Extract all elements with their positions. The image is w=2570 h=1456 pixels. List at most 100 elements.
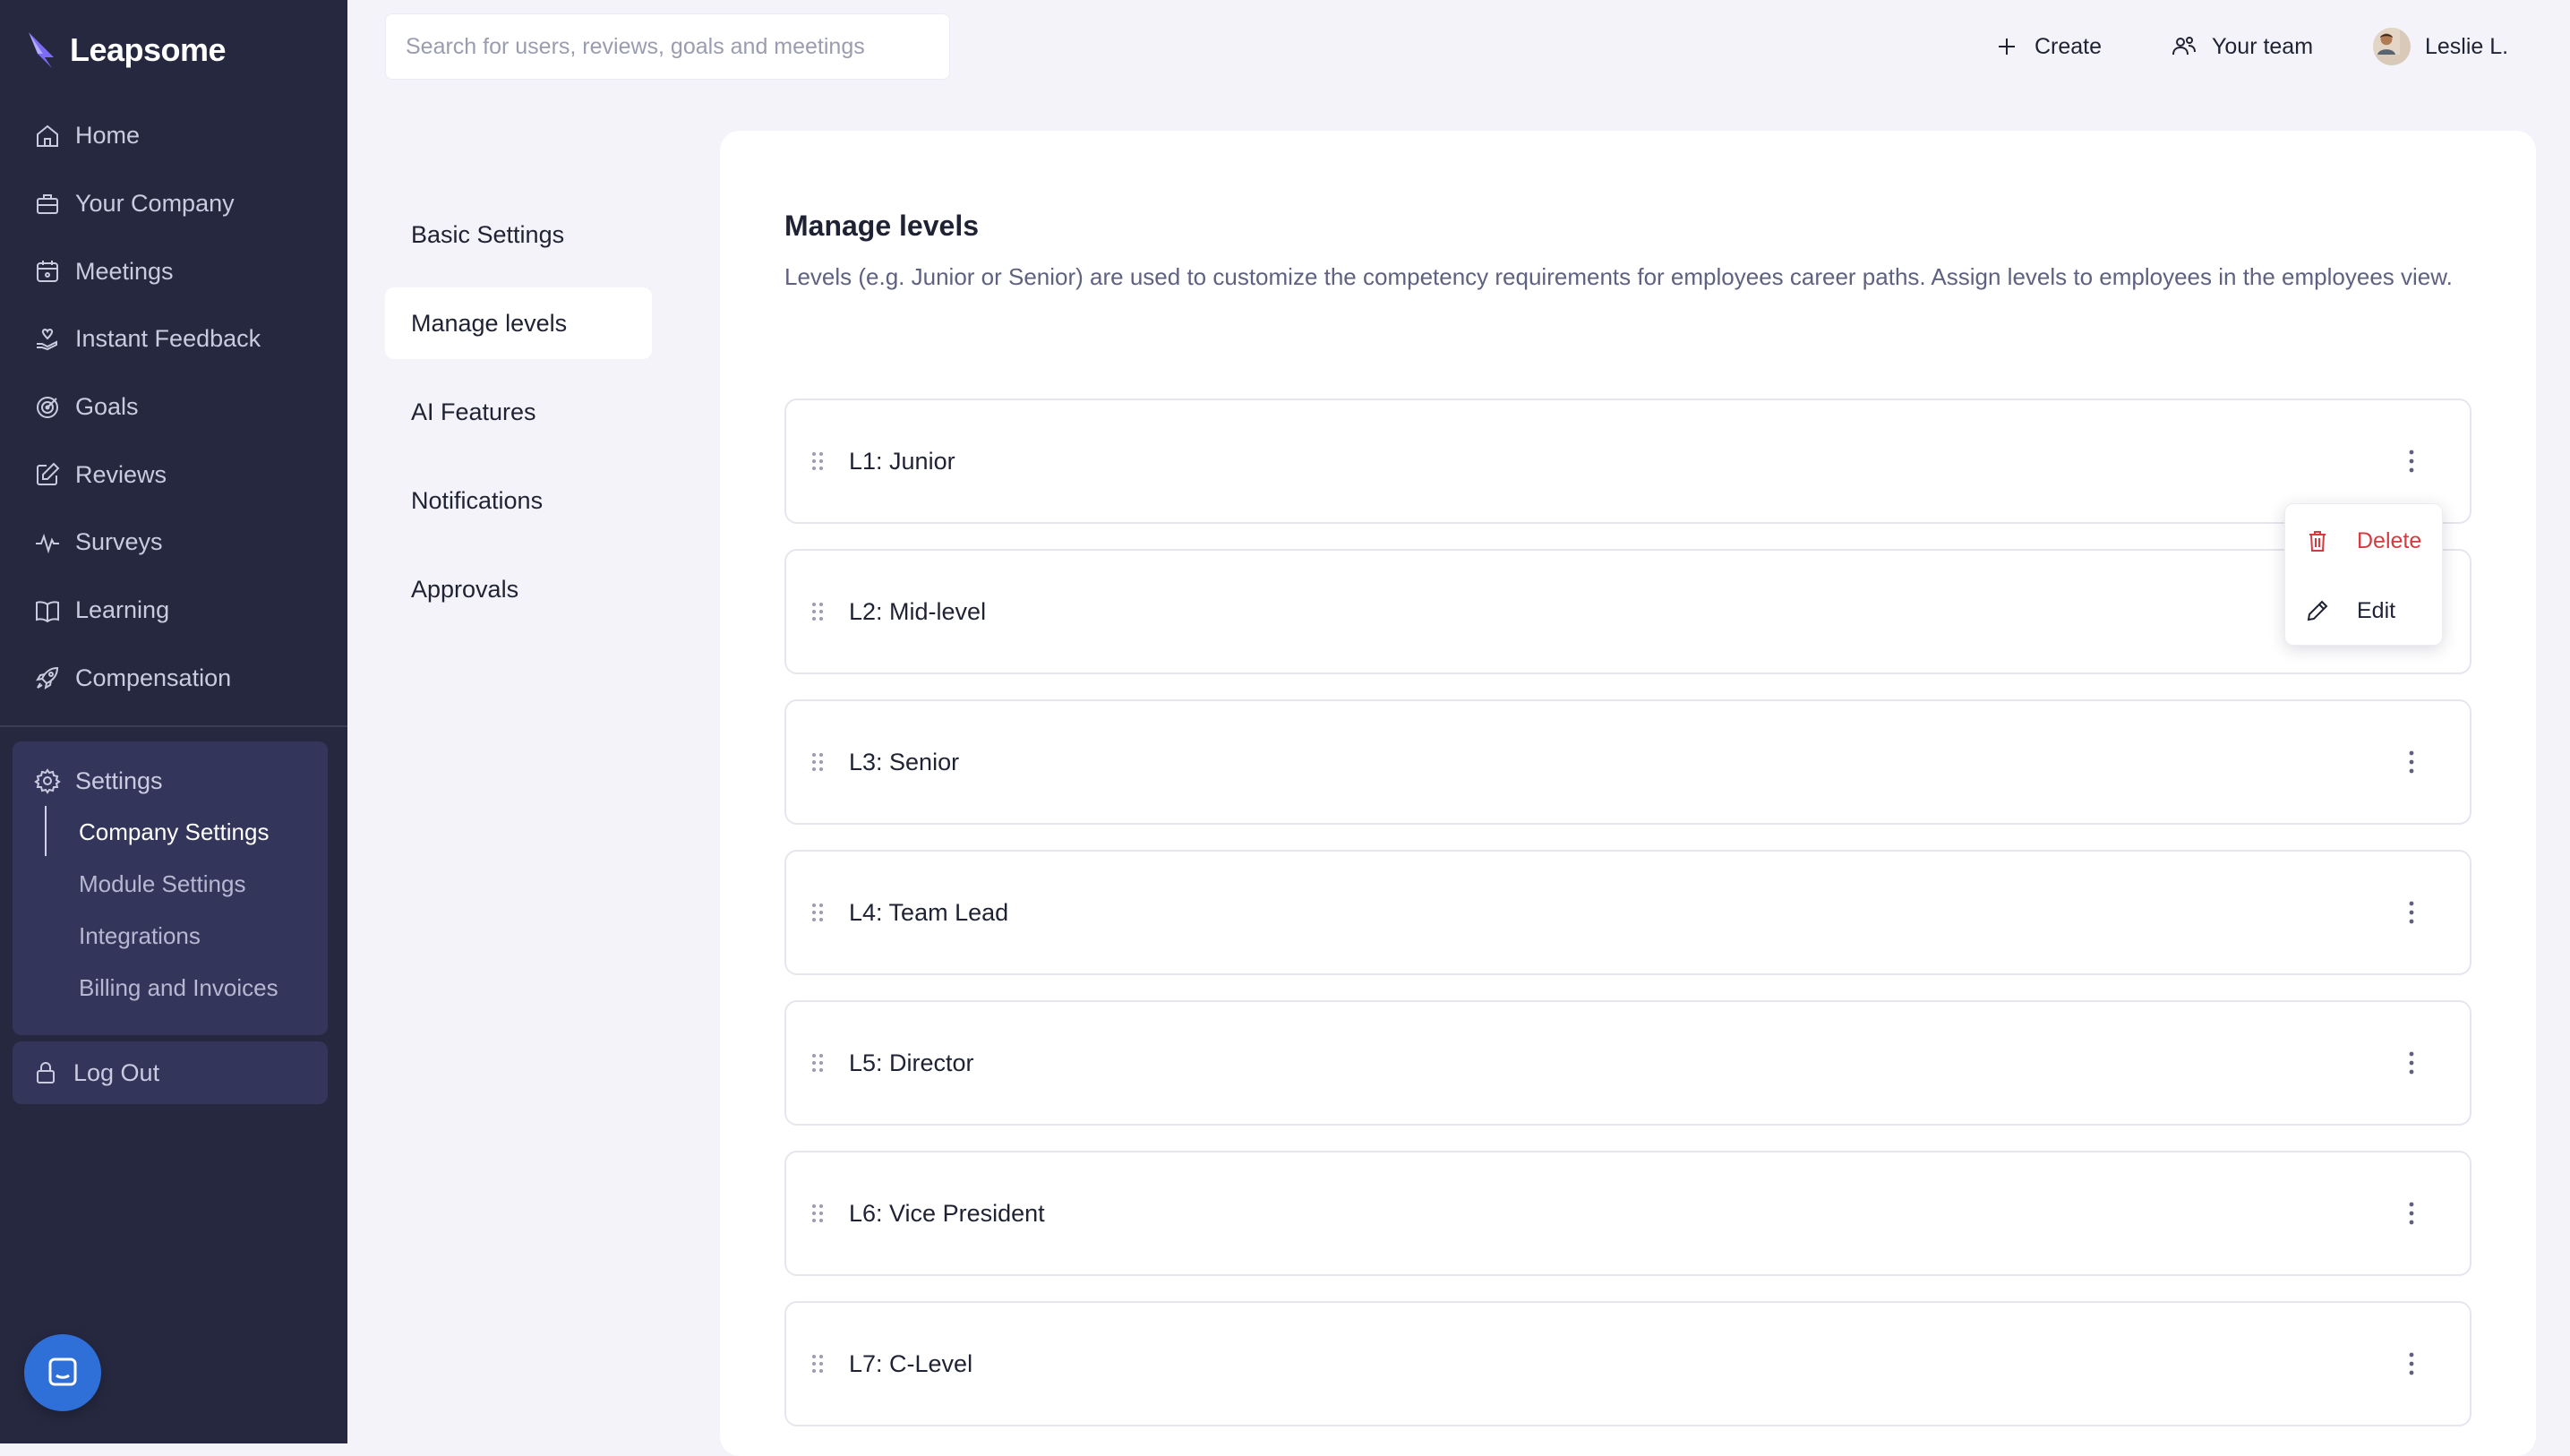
team-icon [2172,37,2196,56]
level-row-l5[interactable]: L5: Director [784,1000,2471,1126]
sidebar-item-your-company[interactable]: Your Company [13,170,335,238]
sidebar-item-label: Instant Feedback [75,325,261,353]
level-label: L2: Mid-level [849,597,987,625]
sidebar-subitem-integrations[interactable]: Integrations [79,910,278,962]
drag-handle-icon[interactable] [810,1052,826,1074]
sidebar: Leapsome Home Your Company Meetings Inst… [0,0,347,1443]
level-row-l4[interactable]: L4: Team Lead [784,850,2471,975]
more-vertical-icon[interactable] [2407,749,2416,775]
level-context-menu: Delete Edit [2284,503,2443,646]
sidebar-item-learning[interactable]: Learning [13,577,335,645]
settings-label: Settings [75,767,163,794]
logout-label: Log Out [73,1058,160,1086]
sidebar-item-label: Compensation [75,664,232,691]
drag-handle-icon[interactable] [810,1353,826,1375]
sidebar-item-home[interactable]: Home [13,102,335,170]
page-title: Manage levels [784,210,979,242]
user-name: Leslie L. [2425,33,2509,59]
level-row-l2[interactable]: L2: Mid-level [784,549,2471,674]
support-chat-button[interactable] [24,1334,101,1411]
active-indicator [45,806,47,856]
level-label: L5: Director [849,1049,974,1076]
sidebar-subitem-billing[interactable]: Billing and Invoices [79,962,278,1014]
delete-label: Delete [2357,527,2422,553]
create-label: Create [2035,33,2103,59]
sidebar-divider [0,725,347,727]
sidebar-item-settings[interactable]: Settings [34,759,163,802]
more-vertical-icon[interactable] [2407,1201,2416,1226]
drag-handle-icon[interactable] [810,450,826,472]
sidebar-item-label: Home [75,122,141,150]
home-icon [37,124,58,147]
more-vertical-icon[interactable] [2407,1351,2416,1376]
drag-handle-icon[interactable] [810,902,826,923]
user-menu[interactable]: Leslie L. [2373,20,2508,73]
level-label: L1: Junior [849,447,955,475]
sidebar-item-label: Meetings [75,257,174,285]
settings-sub-list: Company Settings Module Settings Integra… [79,806,278,1014]
calendar-icon [37,261,58,283]
leapsome-logo-icon [29,32,54,68]
drag-handle-icon[interactable] [810,601,826,622]
sidebar-item-goals[interactable]: Goals [13,373,335,441]
level-label: L7: C-Level [849,1349,973,1377]
edit-label: Edit [2357,597,2396,623]
app-logo[interactable]: Leapsome [27,27,227,73]
pen-square-icon [37,462,60,486]
edit-menu-item[interactable]: Edit [2305,588,2395,633]
sidebar-item-label: Learning [75,596,170,624]
user-avatar-icon [2373,28,2400,55]
subnav-notifications[interactable]: Notifications [385,465,652,536]
sidebar-item-compensation[interactable]: Compensation [13,645,335,713]
search-input[interactable] [404,32,931,61]
drag-handle-icon[interactable] [810,1203,826,1224]
level-row-l1[interactable]: L1: Junior [784,398,2471,524]
sidebar-item-label: Goals [75,393,139,421]
subnav-ai-features[interactable]: AI Features [385,376,652,448]
sidebar-subitem-module-settings[interactable]: Module Settings [79,858,278,910]
your-team-label: Your team [2212,33,2314,59]
level-row-l3[interactable]: L3: Senior [784,699,2471,825]
subnav-approvals[interactable]: Approvals [385,553,652,625]
level-label: L4: Team Lead [849,898,1009,926]
sidebar-item-surveys[interactable]: Surveys [13,509,335,577]
plus-icon [1999,39,2015,55]
more-vertical-icon[interactable] [2407,449,2416,474]
book-icon [36,601,59,622]
page-description: Levels (e.g. Junior or Senior) are used … [784,263,2453,290]
rocket-icon [35,667,59,690]
level-row-l7[interactable]: L7: C-Level [784,1301,2471,1426]
more-vertical-icon[interactable] [2407,1050,2416,1075]
avatar [2373,28,2411,65]
sidebar-subitem-company-settings[interactable]: Company Settings [79,806,278,858]
create-button[interactable]: Create [1993,20,2102,73]
sidebar-item-label: Reviews [75,460,167,488]
pencil-icon [2307,600,2328,621]
chat-icon [48,1358,77,1386]
level-label: L6: Vice President [849,1199,1045,1227]
sidebar-item-reviews[interactable]: Reviews [13,441,335,509]
subnav-manage-levels[interactable]: Manage levels [385,287,652,359]
level-row-l6[interactable]: L6: Vice President [784,1151,2471,1276]
app-name: Leapsome [70,31,227,68]
main-nav: Home Your Company Meetings Instant Feedb… [13,102,335,712]
sidebar-item-label: Your Company [75,190,235,218]
levels-list: L1: Junior L2: Mid-level L3: Senior L4: … [784,398,2471,1452]
search-bar [385,13,950,80]
sidebar-item-meetings[interactable]: Meetings [13,237,335,305]
sidebar-item-instant-feedback[interactable]: Instant Feedback [13,305,335,373]
logout-button[interactable]: Log Out [13,1041,328,1104]
manage-levels-card: Manage levels Levels (e.g. Junior or Sen… [720,131,2536,1456]
level-label: L3: Senior [849,748,960,775]
drag-handle-icon[interactable] [810,751,826,773]
subnav-basic-settings[interactable]: Basic Settings [385,199,652,270]
hand-heart-icon [37,328,57,350]
briefcase-icon [37,193,58,214]
delete-menu-item[interactable]: Delete [2305,518,2421,563]
target-icon [37,396,58,418]
more-vertical-icon[interactable] [2407,900,2416,925]
settings-subnav: Basic Settings Manage levels AI Features… [385,199,652,642]
your-team-button[interactable]: Your team [2171,20,2313,73]
pulse-icon [36,533,59,554]
gear-icon [34,768,61,794]
